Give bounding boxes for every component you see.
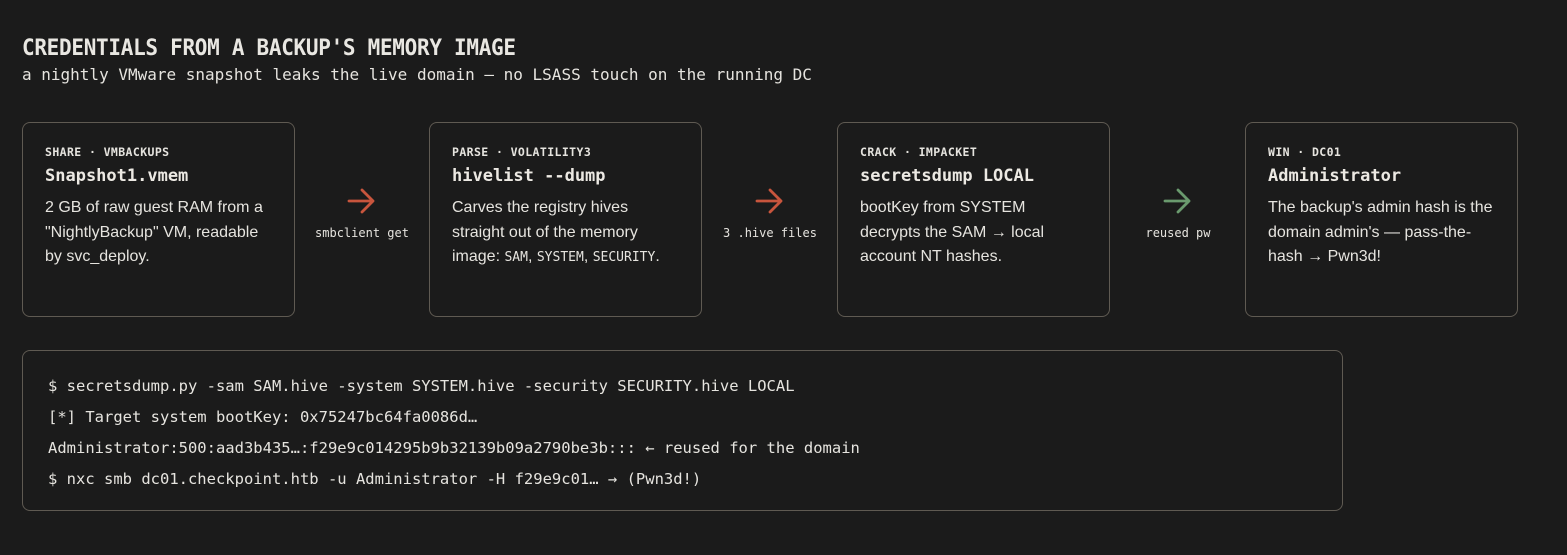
step-description: 2 GB of raw guest RAM from a "NightlyBac… xyxy=(45,199,263,265)
connector-label: 3 .hive files xyxy=(723,226,817,240)
step-description: Carves the registry hives straight out o… xyxy=(452,196,679,271)
hive-name-sam: SAM xyxy=(504,250,528,265)
step-command: hivelist --dump xyxy=(452,166,606,186)
terminal-output: $ secretsdump.py -sam SAM.hive -system S… xyxy=(22,350,1343,511)
step-command: secretsdump LOCAL xyxy=(860,166,1034,186)
step-card-parse: PARSE · VOLATILITY3 hivelist --dump Carv… xyxy=(429,122,702,317)
desc-separator: , xyxy=(527,248,537,265)
step-tag: SHARE · VMBACKUPS xyxy=(45,145,170,159)
terminal-line: $ secretsdump.py -sam SAM.hive -system S… xyxy=(48,377,795,395)
step-card-win: WIN · DC01 Administrator The backup's ad… xyxy=(1245,122,1518,317)
connector-label: smbclient get xyxy=(315,226,409,240)
header: CREDENTIALS FROM A BACKUP'S MEMORY IMAGE… xyxy=(22,34,812,86)
step-tag: WIN · DC01 xyxy=(1268,145,1342,159)
step-card-crack: CRACK · IMPACKET secretsdump LOCAL bootK… xyxy=(837,122,1110,317)
connector-3: reused pw xyxy=(1111,188,1245,240)
page-title: CREDENTIALS FROM A BACKUP'S MEMORY IMAGE xyxy=(22,35,516,61)
step-description: The backup's admin hash is the domain ad… xyxy=(1268,199,1493,265)
step-tag: PARSE · VOLATILITY3 xyxy=(452,145,592,159)
hive-name-system: SYSTEM xyxy=(536,250,584,265)
desc-suffix: . xyxy=(655,248,660,265)
desc-separator: , xyxy=(583,248,593,265)
arrow-right-icon xyxy=(347,188,375,214)
connector-2: 3 .hive files xyxy=(703,188,837,240)
step-card-share: SHARE · VMBACKUPS Snapshot1.vmem 2 GB of… xyxy=(22,122,295,317)
step-tag: CRACK · IMPACKET xyxy=(860,145,978,159)
terminal-line: $ nxc smb dc01.checkpoint.htb -u Adminis… xyxy=(48,470,702,488)
hive-name-security: SECURITY xyxy=(592,250,656,265)
step-description: bootKey from SYSTEM decrypts the SAM → l… xyxy=(860,199,1045,265)
arrow-right-icon xyxy=(1163,188,1191,214)
page-subtitle: a nightly VMware snapshot leaks the live… xyxy=(22,65,812,84)
arrow-right-icon xyxy=(755,188,783,214)
terminal-line: [*] Target system bootKey: 0x75247bc64fa… xyxy=(48,408,478,426)
attack-flow: SHARE · VMBACKUPS Snapshot1.vmem 2 GB of… xyxy=(22,122,1520,319)
step-command: Snapshot1.vmem xyxy=(45,166,189,186)
terminal-line: Administrator:500:aad3b435…:f29e9c014295… xyxy=(48,439,860,457)
connector-label: reused pw xyxy=(1145,226,1211,240)
step-command: Administrator xyxy=(1268,166,1402,186)
connector-1: smbclient get xyxy=(295,188,429,240)
